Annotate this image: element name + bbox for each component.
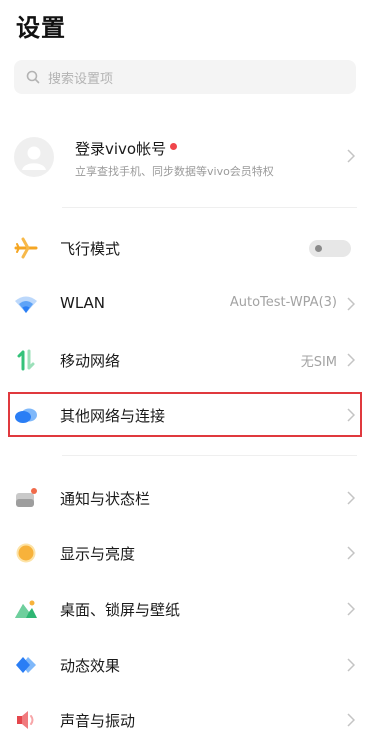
notifications-row[interactable]: 通知与状态栏 — [0, 475, 371, 521]
divider — [62, 455, 357, 456]
mobile-network-icon — [17, 349, 35, 371]
wifi-icon — [15, 296, 37, 313]
divider — [62, 207, 357, 208]
mobile-network-value: 无SIM — [300, 355, 337, 370]
other-networks-row[interactable]: 其他网络与连接 — [0, 392, 371, 438]
chevron-right-icon — [347, 149, 355, 163]
effects-label: 动态效果 — [60, 657, 121, 675]
wlan-row[interactable]: WLAN AutoTest-WPA(3) — [0, 281, 371, 327]
page-title: 设置 — [16, 14, 66, 42]
sound-label: 声音与振动 — [60, 712, 136, 730]
notification-dot — [170, 143, 178, 150]
search-placeholder: 搜索设置项 — [48, 71, 114, 87]
airplane-mode-label: 飞行模式 — [60, 240, 121, 258]
other-networks-label: 其他网络与连接 — [60, 407, 166, 425]
wlan-label: WLAN — [60, 294, 106, 312]
chevron-right-icon — [347, 602, 355, 616]
chevron-right-icon — [347, 658, 355, 672]
chevron-right-icon — [347, 546, 355, 560]
sound-row[interactable]: 声音与振动 — [0, 697, 371, 740]
cloud-icon — [15, 408, 37, 423]
display-row[interactable]: 显示与亮度 — [0, 530, 371, 576]
search-input[interactable]: 搜索设置项 — [14, 60, 356, 94]
wallpaper-row[interactable]: 桌面、锁屏与壁纸 — [0, 586, 371, 632]
chevron-right-icon — [347, 713, 355, 727]
display-label: 显示与亮度 — [60, 545, 136, 563]
sun-icon — [16, 543, 36, 563]
avatar — [14, 137, 54, 177]
mobile-network-row[interactable]: 移动网络 无SIM — [0, 337, 371, 383]
airplane-icon — [14, 237, 38, 259]
account-title: 登录vivo帐号 — [75, 140, 167, 158]
effects-row[interactable]: 动态效果 — [0, 642, 371, 688]
chevron-right-icon — [347, 491, 355, 505]
airplane-mode-toggle[interactable] — [309, 240, 351, 257]
mobile-network-label: 移动网络 — [60, 352, 121, 370]
toggle-knob — [315, 245, 322, 252]
diamond-icon — [16, 657, 36, 673]
notification-icon — [16, 488, 37, 507]
account-login-row[interactable]: 登录vivo帐号 立享查找手机、同步数据等vivo会员特权 — [0, 130, 371, 188]
chevron-right-icon — [347, 297, 355, 311]
notifications-label: 通知与状态栏 — [60, 490, 151, 508]
speaker-icon — [17, 711, 34, 729]
account-subtitle: 立享查找手机、同步数据等vivo会员特权 — [75, 165, 274, 178]
wallpaper-label: 桌面、锁屏与壁纸 — [60, 601, 181, 619]
chevron-right-icon — [347, 408, 355, 422]
wallpaper-icon — [15, 600, 37, 618]
search-icon — [26, 70, 40, 84]
wlan-value: AutoTest-WPA(3) — [229, 295, 337, 310]
chevron-right-icon — [347, 353, 355, 367]
airplane-mode-row[interactable]: 飞行模式 — [0, 225, 371, 271]
